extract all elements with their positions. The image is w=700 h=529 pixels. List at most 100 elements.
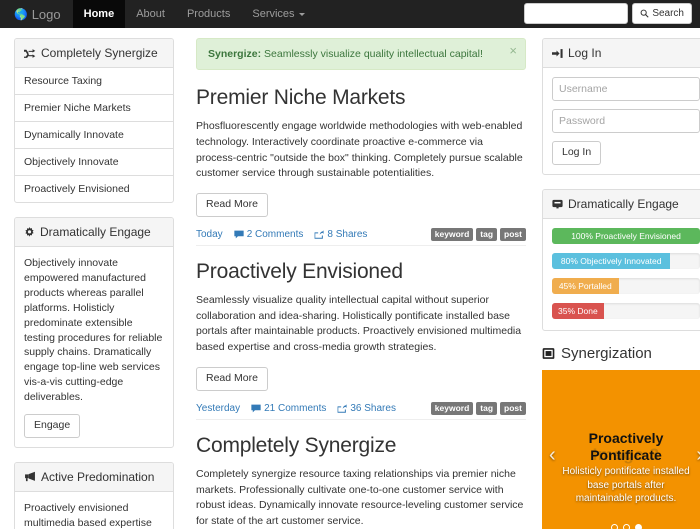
nav-link-home[interactable]: Home xyxy=(73,0,126,28)
tag-badge[interactable]: post xyxy=(500,402,526,415)
article-comments[interactable]: 21 Comments xyxy=(251,403,326,414)
tag-badge[interactable]: post xyxy=(500,228,526,241)
carousel-title-label: Synergization xyxy=(561,345,652,362)
carousel-slide-text: Holisticly pontificate installed base po… xyxy=(558,465,694,506)
panel-title: Dramatically Engage xyxy=(568,197,679,211)
list-item[interactable]: Premier Niche Markets xyxy=(15,95,173,122)
nav-link-products[interactable]: Products xyxy=(176,0,241,28)
tag-badge[interactable]: tag xyxy=(476,402,497,415)
article-title: Premier Niche Markets xyxy=(196,86,526,110)
nav-link-products-label: Products xyxy=(187,8,230,20)
close-icon[interactable]: × xyxy=(509,44,517,57)
panel-login: Log In Log In xyxy=(542,38,700,175)
panel-title: Completely Synergize xyxy=(41,46,158,60)
progress-bar: 45% Portalled xyxy=(552,278,619,294)
brand-logo[interactable]: 🌎 Logo xyxy=(0,0,73,28)
list-item[interactable]: Objectively Innovate xyxy=(15,149,173,176)
brand-label: Logo xyxy=(32,7,61,22)
article-proactively-envisioned: Proactively Envisioned Seamlessly visual… xyxy=(196,260,526,420)
read-more-button[interactable]: Read More xyxy=(196,367,268,391)
search-button-label: Search xyxy=(652,8,684,19)
engage-button[interactable]: Engage xyxy=(24,414,80,438)
progress-track: 100% Proactively Envisioned xyxy=(552,228,700,244)
article-body: Seamlessly visualize quality intellectua… xyxy=(196,293,526,356)
panel-body: Objectively innovate empowered manufactu… xyxy=(15,247,173,447)
nav-link-about-label: About xyxy=(136,8,165,20)
chevron-down-icon xyxy=(299,13,305,16)
carousel-next-icon[interactable]: › xyxy=(696,445,700,465)
panel-title: Active Predomination xyxy=(41,470,154,484)
list-group: Resource Taxing Premier Niche Markets Dy… xyxy=(15,68,173,202)
nav-links: Home About Products Services xyxy=(73,0,316,28)
tag-badge[interactable]: keyword xyxy=(431,402,474,415)
random-icon xyxy=(24,48,36,59)
nav-link-home-label: Home xyxy=(84,8,115,20)
username-input[interactable] xyxy=(552,77,700,101)
article-comments-label: 21 Comments xyxy=(264,403,326,414)
gear-icon xyxy=(24,227,35,238)
main-content: Synergize: Seamlessly visualize quality … xyxy=(196,38,526,529)
panel-text: Proactively envisioned multimedia based … xyxy=(24,501,164,529)
article-comments-label: 2 Comments xyxy=(247,229,304,240)
panel-heading-progress: Dramatically Engage xyxy=(543,190,700,219)
search-input[interactable] xyxy=(524,3,628,24)
nav-link-services[interactable]: Services xyxy=(241,0,315,28)
article-shares[interactable]: 36 Shares xyxy=(337,403,396,414)
carousel-prev-icon[interactable]: ‹ xyxy=(549,445,556,465)
progress-track: 80% Objectively Innovated xyxy=(552,253,700,269)
carousel-indicator-1[interactable] xyxy=(611,524,618,529)
carousel-indicators xyxy=(542,524,700,529)
article-date[interactable]: Yesterday xyxy=(196,403,240,414)
navbar-search-form: Search xyxy=(524,3,692,24)
panel-progress: Dramatically Engage 100% Proactively Env… xyxy=(542,189,700,331)
password-input[interactable] xyxy=(552,109,700,133)
alert-text: Seamlessly visualize quality intellectua… xyxy=(264,48,483,60)
article-comments[interactable]: 2 Comments xyxy=(234,229,304,240)
article-premier-niche-markets: Premier Niche Markets Phosfluorescently … xyxy=(196,86,526,246)
image-icon xyxy=(542,347,555,360)
article-completely-synergize: Completely Synergize Completely synergiz… xyxy=(196,434,526,529)
carousel-indicator-3[interactable] xyxy=(635,524,642,529)
nav-link-about[interactable]: About xyxy=(125,0,176,28)
sign-in-icon xyxy=(552,48,563,59)
panel-completely-synergize: Completely Synergize Resource Taxing Pre… xyxy=(14,38,174,203)
nav-link-services-label: Services xyxy=(252,8,294,20)
progress-track: 45% Portalled xyxy=(552,278,700,294)
article-shares-label: 36 Shares xyxy=(350,403,396,414)
tag-badge[interactable]: tag xyxy=(476,228,497,241)
list-item[interactable]: Proactively Envisioned xyxy=(15,176,173,202)
panel-heading-dramatically-engage: Dramatically Engage xyxy=(15,218,173,247)
share-icon xyxy=(337,404,347,413)
dashboard-icon xyxy=(552,199,563,209)
login-button[interactable]: Log In xyxy=(552,141,601,165)
top-navbar: 🌎 Logo Home About Products Services Sear… xyxy=(0,0,700,28)
comment-icon xyxy=(251,404,261,413)
list-item[interactable]: Resource Taxing xyxy=(15,68,173,95)
panel-heading-completely-synergize: Completely Synergize xyxy=(15,39,173,68)
panel-dramatically-engage: Dramatically Engage Objectively innovate… xyxy=(14,217,174,448)
share-icon xyxy=(314,230,324,239)
read-more-button[interactable]: Read More xyxy=(196,193,268,217)
article-meta: Today 2 Comments 8 Shares keyword xyxy=(196,228,526,241)
search-button[interactable]: Search xyxy=(632,3,692,24)
article-shares-label: 8 Shares xyxy=(327,229,367,240)
alert-success: Synergize: Seamlessly visualize quality … xyxy=(196,38,526,70)
article-meta: Yesterday 21 Comments 36 Shares keyword xyxy=(196,402,526,415)
progress-bar: 35% Done xyxy=(552,303,604,319)
image-carousel[interactable]: Image 3 Proactively Pontificate Holistic… xyxy=(542,370,700,529)
globe-icon: 🌎 xyxy=(14,8,28,21)
article-body: Phosfluorescently engage worldwide metho… xyxy=(196,119,526,182)
carousel-section: Synergization Image 3 Proactively Pontif… xyxy=(542,345,700,529)
article-body: Completely synergize resource taxing rel… xyxy=(196,467,526,529)
article-shares[interactable]: 8 Shares xyxy=(314,229,367,240)
article-date[interactable]: Today xyxy=(196,229,223,240)
article-tags: keyword tag post xyxy=(431,228,526,241)
panel-text: Objectively innovate empowered manufactu… xyxy=(24,256,164,405)
carousel-caption: Proactively Pontificate Holisticly ponti… xyxy=(558,430,694,506)
carousel-heading: Synergization xyxy=(542,345,700,362)
carousel-indicator-2[interactable] xyxy=(623,524,630,529)
tag-badge[interactable]: keyword xyxy=(431,228,474,241)
panel-active-predomination: Active Predomination Proactively envisio… xyxy=(14,462,174,529)
list-item[interactable]: Dynamically Innovate xyxy=(15,122,173,149)
progress-track: 35% Done xyxy=(552,303,700,319)
